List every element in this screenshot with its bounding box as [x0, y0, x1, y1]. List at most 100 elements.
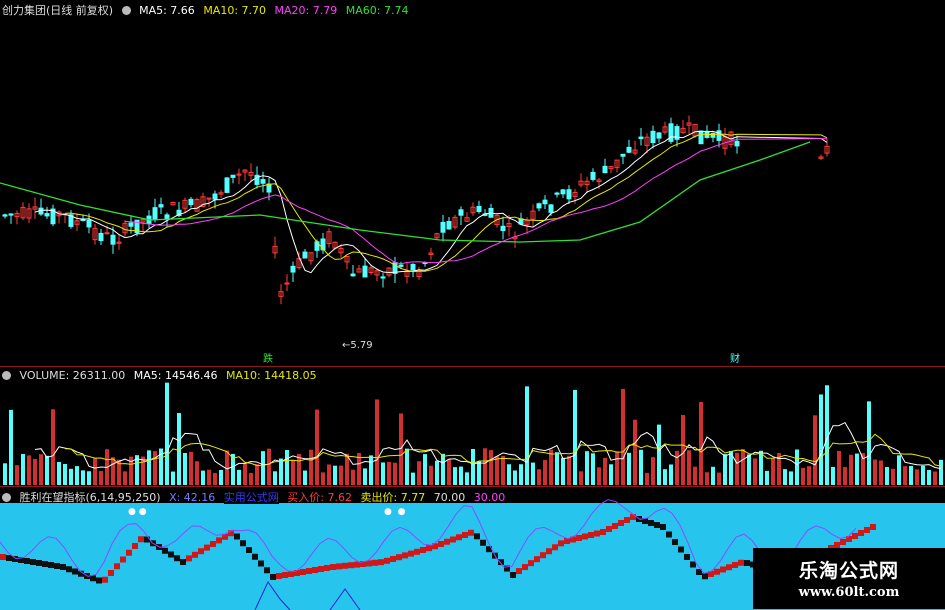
indicator-block: [684, 554, 690, 560]
candle-body: [650, 130, 656, 144]
volume-bar: [813, 415, 817, 485]
indicator-block: [648, 520, 654, 526]
signal-dots: ● ●: [384, 507, 406, 517]
indicator-block: [132, 543, 138, 549]
settings-icon[interactable]: [2, 493, 11, 502]
volume-bar: [333, 465, 337, 485]
settings-icon[interactable]: [121, 6, 131, 15]
indicator-block: [192, 551, 198, 558]
candle-body: [476, 205, 482, 213]
volume-bar: [717, 472, 721, 485]
indicator-block: [864, 527, 870, 533]
volume-bar: [207, 469, 211, 485]
volume-bar: [219, 470, 223, 485]
volume-bar: [867, 401, 871, 485]
volume-bar: [237, 469, 241, 485]
indicator-buy-price: 买入价: 7.62: [287, 491, 352, 504]
indicator-block: [450, 536, 456, 543]
price-header: 创力集团(日线 前复权) MA5: 7.66 MA10: 7.70 MA20: …: [2, 2, 413, 18]
candle-body: [2, 214, 8, 217]
candle-body: [152, 207, 158, 221]
indicator-block: [102, 576, 108, 583]
indicator-block: [426, 545, 432, 552]
volume-bar: [21, 453, 25, 485]
volume-bar: [435, 460, 439, 485]
volume-bar: [45, 455, 49, 485]
volume-bar: [513, 470, 517, 485]
candle-body: [620, 153, 626, 157]
volume-bar: [171, 471, 175, 485]
indicator-block: [282, 572, 288, 578]
price-chart-panel[interactable]: 创力集团(日线 前复权) MA5: 7.66 MA10: 7.70 MA20: …: [0, 0, 945, 366]
candle-body: [230, 174, 236, 178]
volume-bar: [879, 460, 883, 485]
volume-bar: [483, 448, 487, 485]
indicator-block: [534, 556, 540, 563]
indicator-block: [666, 531, 672, 538]
indicator-block: [342, 562, 348, 569]
candle-body: [590, 171, 596, 180]
candle-body: [542, 199, 548, 205]
indicator-block: [186, 555, 192, 562]
indicator-block: [66, 566, 72, 573]
indicator-block: [678, 546, 684, 553]
indicator-block: [384, 557, 390, 564]
volume-bar: [363, 468, 367, 485]
volume-bar: [291, 460, 295, 485]
indicator-block: [336, 563, 342, 570]
indicator-low-line: [329, 588, 361, 610]
candle-body: [188, 198, 194, 206]
volume-bar: [399, 413, 403, 485]
candle-body: [164, 214, 170, 220]
indicator-tag: 实用公式网: [223, 491, 279, 504]
indicator-block: [54, 563, 60, 569]
volume-bar: [531, 462, 535, 485]
volume-bar: [249, 472, 253, 485]
volume-bar: [321, 472, 325, 485]
candle-body: [212, 193, 218, 200]
candle-body: [566, 189, 572, 200]
volume-bar: [423, 454, 427, 485]
indicator-block: [738, 559, 744, 566]
volume-bar: [675, 450, 679, 485]
indicator-block: [444, 538, 450, 545]
candle-body: [734, 140, 740, 147]
candle-body: [104, 232, 110, 235]
ma60-line: [0, 141, 811, 243]
indicator-block: [852, 533, 858, 539]
volume-bar: [459, 466, 463, 485]
volume-bar: [759, 450, 763, 485]
volume-bar: [849, 454, 853, 485]
volume-bar: [885, 467, 889, 485]
indicator-block: [306, 568, 312, 574]
indicator-block: [414, 548, 420, 555]
volume-bar: [351, 469, 355, 485]
indicator-block: [456, 534, 462, 541]
volume-value: VOLUME: 26311.00: [19, 369, 126, 382]
candle-body: [260, 179, 266, 184]
indicator-block: [438, 541, 444, 547]
volume-bar: [9, 409, 13, 485]
settings-icon[interactable]: [2, 371, 11, 380]
indicator-block: [276, 573, 282, 579]
volume-bar: [561, 457, 565, 485]
indicator-block: [96, 577, 102, 584]
volume-bar: [15, 465, 19, 485]
indicator-block: [720, 566, 726, 573]
candle-body: [440, 221, 446, 233]
indicator-block: [198, 548, 204, 555]
volume-bar: [453, 467, 457, 485]
volume-bar: [747, 454, 751, 485]
volume-bar: [375, 399, 379, 485]
indicator-block: [402, 552, 408, 559]
volume-bar: [309, 449, 313, 485]
volume-panel[interactable]: VOLUME: 26311.00 MA5: 14546.46 MA10: 144…: [0, 366, 945, 487]
volume-bar: [909, 466, 913, 485]
indicator-level-70: 70.00: [433, 491, 466, 504]
volume-bar: [621, 388, 625, 485]
volume-bar: [153, 451, 157, 485]
volume-header: VOLUME: 26311.00 MA5: 14546.46 MA10: 144…: [2, 369, 322, 382]
volume-bar: [735, 452, 739, 485]
volume-bar: [261, 451, 265, 485]
indicator-block: [312, 567, 318, 573]
